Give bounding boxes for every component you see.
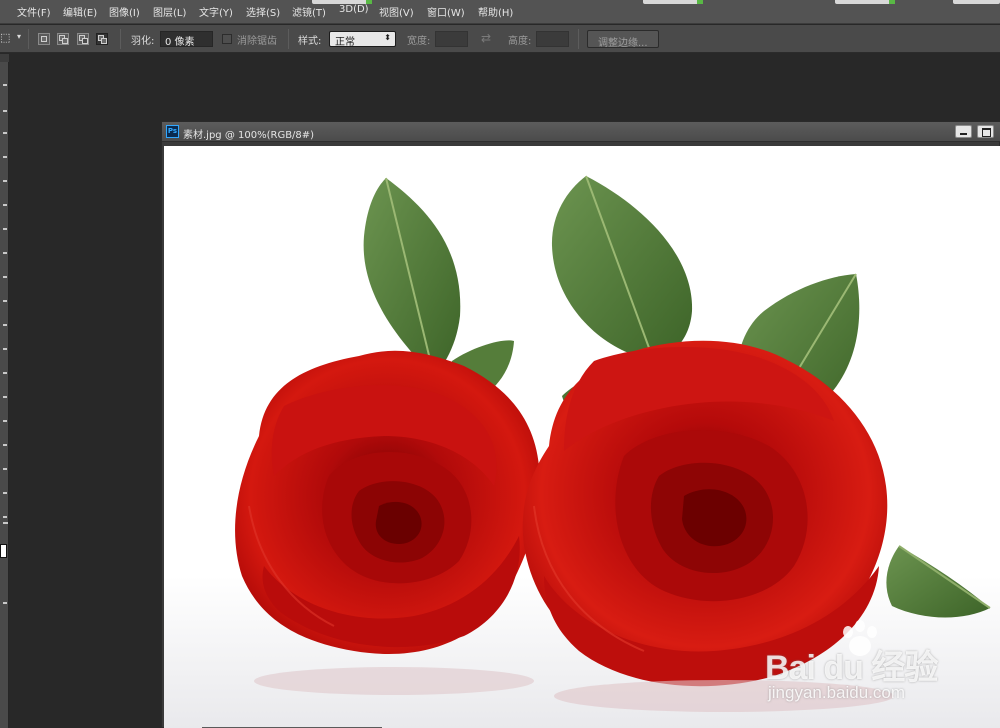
background-color-swatch[interactable] — [0, 544, 7, 558]
menu-type[interactable]: 文字(Y) — [199, 4, 233, 19]
brush-tool[interactable] — [3, 252, 7, 254]
menu-filter[interactable]: 滤镜(T) — [292, 4, 326, 19]
menu-select[interactable]: 选择(S) — [246, 4, 280, 19]
options-bar: ⬚ ▾ 羽化: 0 像素 消除锯齿 样式: 正常 ⬍ 宽度: ⇄ 高度: 调整边… — [0, 25, 1000, 53]
healing-tool[interactable] — [3, 228, 7, 230]
zoom-tool[interactable] — [3, 522, 8, 524]
menu-bar: 文件(F) 编辑(E) 图像(I) 图层(L) 文字(Y) 选择(S) 滤镜(T… — [0, 0, 1000, 24]
shape-tool[interactable] — [3, 492, 7, 494]
quick-select-tool[interactable] — [3, 156, 7, 158]
width-input[interactable] — [435, 31, 468, 47]
type-tool[interactable] — [3, 444, 7, 446]
menu-help[interactable]: 帮助(H) — [478, 4, 513, 19]
gradient-tool[interactable] — [3, 348, 7, 350]
style-value: 正常 — [335, 37, 355, 48]
menu-image[interactable]: 图像(I) — [109, 4, 140, 19]
top-panel-tab[interactable] — [643, 0, 703, 4]
chevron-updown-icon: ⬍ — [384, 33, 391, 42]
menu-window[interactable]: 窗口(W) — [427, 4, 465, 19]
watermark-logo-text: Bai du 经验 — [765, 649, 938, 687]
lasso-tool[interactable] — [3, 132, 7, 134]
path-select-tool[interactable] — [3, 468, 7, 470]
menu-3d[interactable]: 3D(D) — [339, 4, 369, 15]
feather-label: 羽化: — [131, 36, 155, 47]
blur-tool[interactable] — [3, 372, 7, 374]
refine-edge-label: 调整边缘... — [598, 38, 648, 49]
marquee-preset-icon[interactable]: ⬚ — [0, 31, 10, 44]
top-panel-tab[interactable] — [835, 0, 895, 4]
eraser-tool[interactable] — [3, 324, 7, 326]
swap-width-height-icon[interactable]: ⇄ — [481, 31, 491, 45]
tools-panel — [0, 54, 9, 728]
menu-edit[interactable]: 编辑(E) — [63, 4, 97, 19]
quick-mask-button[interactable] — [3, 602, 7, 604]
eyedropper-tool[interactable] — [3, 204, 7, 206]
crop-tool[interactable] — [3, 180, 7, 182]
style-select[interactable]: 正常 ⬍ — [329, 31, 396, 48]
new-selection-icon — [41, 36, 47, 42]
preset-dropdown-icon[interactable]: ▾ — [17, 32, 21, 41]
menu-layer[interactable]: 图层(L) — [153, 4, 186, 19]
pen-tool[interactable] — [3, 420, 7, 422]
top-panel-tab[interactable] — [953, 0, 1000, 4]
marquee-tool[interactable] — [3, 84, 7, 86]
refine-edge-button[interactable]: 调整边缘... — [587, 30, 659, 49]
intersect-selection-button[interactable] — [96, 33, 108, 45]
antialias-checkbox[interactable] — [222, 34, 232, 44]
subtract-from-selection-button[interactable] — [77, 33, 89, 45]
new-selection-button[interactable] — [38, 33, 50, 45]
tools-panel-grip[interactable] — [0, 54, 9, 62]
document-title: 素材.jpg @ 100%(RGB/8#) — [183, 130, 315, 141]
document-title-bar[interactable]: Ps 素材.jpg @ 100%(RGB/8#) — [162, 122, 1000, 142]
style-label: 样式: — [298, 36, 322, 47]
hand-tool[interactable] — [3, 516, 7, 518]
height-input[interactable] — [536, 31, 569, 47]
watermark-url: jingyan.baidu.com — [768, 683, 906, 702]
history-brush-tool[interactable] — [3, 300, 7, 302]
antialias-label: 消除锯齿 — [237, 36, 277, 47]
menu-view[interactable]: 视图(V) — [379, 4, 414, 19]
width-label: 宽度: — [407, 36, 431, 47]
stamp-tool[interactable] — [3, 276, 7, 278]
minimize-button[interactable] — [955, 125, 972, 138]
height-label: 高度: — [508, 36, 532, 47]
feather-value: 0 像素 — [165, 37, 195, 48]
dodge-tool[interactable] — [3, 396, 7, 398]
feather-input[interactable]: 0 像素 — [160, 31, 213, 48]
menu-file[interactable]: 文件(F) — [17, 4, 51, 19]
add-to-selection-button[interactable] — [57, 33, 69, 45]
photoshop-icon: Ps — [166, 125, 179, 138]
maximize-button[interactable] — [977, 125, 994, 138]
move-tool[interactable] — [3, 110, 7, 112]
